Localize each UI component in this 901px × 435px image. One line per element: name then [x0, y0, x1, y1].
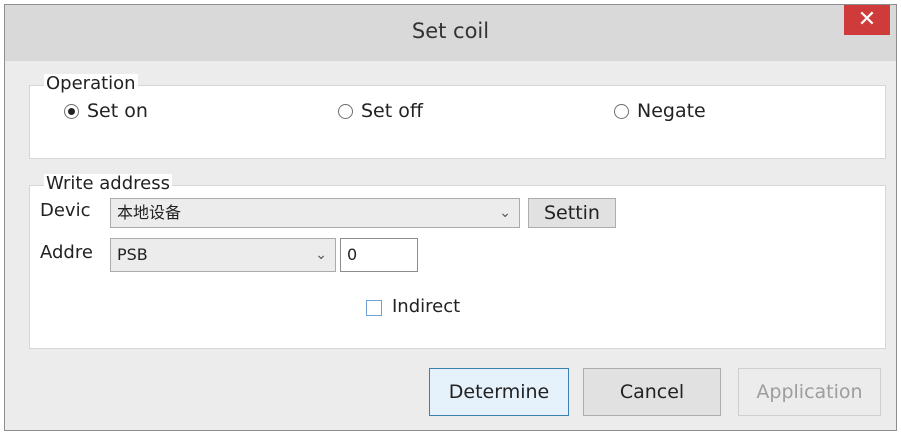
- radio-negate-label: Negate: [637, 100, 706, 122]
- title-bar: Set coil ✕: [5, 5, 896, 61]
- indirect-label: Indirect: [392, 296, 461, 317]
- write-address-legend: Write address: [44, 173, 172, 194]
- device-select-value: 本地设备: [117, 203, 182, 222]
- address-input[interactable]: 0: [340, 238, 418, 272]
- radio-set-on[interactable]: Set on: [64, 100, 148, 122]
- dialog-title: Set coil: [411, 19, 490, 43]
- radio-set-on-indicator[interactable]: [64, 103, 79, 119]
- chevron-down-icon: ⌄: [315, 247, 327, 263]
- write-address-group: Write address Devic 本地设备 ⌄ Settin Addre …: [29, 174, 886, 349]
- application-button[interactable]: Application: [738, 368, 881, 416]
- device-select[interactable]: 本地设备 ⌄: [110, 198, 520, 228]
- radio-set-off-indicator[interactable]: [338, 103, 353, 119]
- radio-negate-indicator[interactable]: [614, 103, 629, 119]
- device-label: Devic: [40, 200, 91, 221]
- radio-negate[interactable]: Negate: [614, 100, 706, 122]
- close-icon: ✕: [857, 7, 877, 32]
- address-label: Addre: [40, 242, 93, 263]
- address-type-value: PSB: [117, 245, 148, 264]
- settings-button[interactable]: Settin: [528, 198, 616, 228]
- radio-set-off[interactable]: Set off: [338, 100, 423, 122]
- radio-set-on-label: Set on: [87, 100, 148, 122]
- cancel-button[interactable]: Cancel: [583, 368, 721, 416]
- radio-set-off-label: Set off: [361, 100, 423, 122]
- determine-button[interactable]: Determine: [429, 368, 569, 416]
- indirect-checkbox[interactable]: [366, 300, 382, 316]
- operation-group: Operation Set on Set off Negate: [29, 74, 886, 159]
- set-coil-dialog: Set coil ✕ Operation Set on Set off Nega…: [4, 4, 897, 431]
- address-type-select[interactable]: PSB ⌄: [110, 238, 336, 272]
- chevron-down-icon: ⌄: [499, 205, 511, 221]
- operation-legend: Operation: [44, 73, 138, 94]
- close-button[interactable]: ✕: [844, 5, 890, 35]
